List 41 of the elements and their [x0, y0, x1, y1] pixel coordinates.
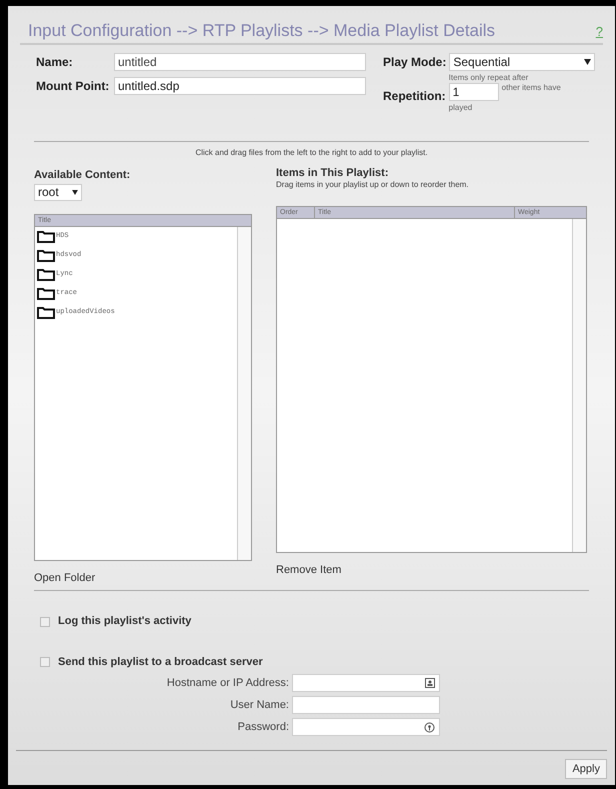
scrollbar[interactable] [572, 219, 586, 552]
play-mode-dropdown[interactable]: Sequential [449, 53, 595, 72]
hint-text: played [448, 103, 474, 114]
folder-icon [37, 248, 55, 262]
field-label: Play Mode: [383, 54, 446, 72]
field-label: Name: [36, 54, 74, 72]
field-label: Hostname or IP Address: [166, 676, 289, 691]
text-field[interactable] [292, 696, 440, 714]
key-icon [424, 722, 435, 733]
folder-icon [37, 306, 55, 319]
option-label: Send this playlist to a broadcast server [58, 654, 263, 670]
text-field[interactable] [292, 718, 440, 736]
folder-dropdown[interactable]: root [34, 184, 82, 201]
section-heading: Available Content: [34, 168, 132, 184]
folder-icon [37, 268, 55, 281]
page-title: Input Configuration --> RTP Playlists --> Media Playlist Details [28, 20, 496, 42]
folder-icon [37, 230, 55, 243]
instructions-text: Click and drag files from the left to the right to add to your playlist. [194, 147, 429, 160]
apply-button[interactable]: Apply [565, 759, 607, 779]
name-field[interactable]: untitled [114, 53, 366, 72]
field-label: Password: [236, 720, 289, 735]
hint-text: Items only repeat after [448, 73, 530, 84]
caret-icon [72, 190, 78, 195]
caret-icon [584, 59, 591, 66]
option-label: Log this playlist's activity [58, 614, 192, 630]
contact-card-icon [425, 678, 435, 688]
scrollbar[interactable] [237, 226, 251, 560]
checkbox[interactable] [40, 657, 50, 667]
open-folder-link[interactable]: Open Folder [34, 570, 252, 586]
text-field[interactable] [292, 674, 440, 692]
field-label: Repetition: [383, 88, 446, 106]
hint-text: Drag items in your playlist up or down to reorder them. [276, 179, 470, 192]
section-heading: Items in This Playlist: [276, 167, 390, 180]
folder-icon [37, 286, 55, 300]
remove-item-link[interactable]: Remove Item [276, 562, 587, 579]
hint-text: other items have [502, 83, 561, 94]
field-label: User Name: [229, 698, 289, 713]
mount-point-field[interactable]: untitled.sdp [114, 77, 366, 96]
field-label: Mount Point: [36, 78, 110, 96]
checkbox[interactable] [40, 616, 50, 626]
repetition-field[interactable]: 1 [448, 83, 499, 102]
